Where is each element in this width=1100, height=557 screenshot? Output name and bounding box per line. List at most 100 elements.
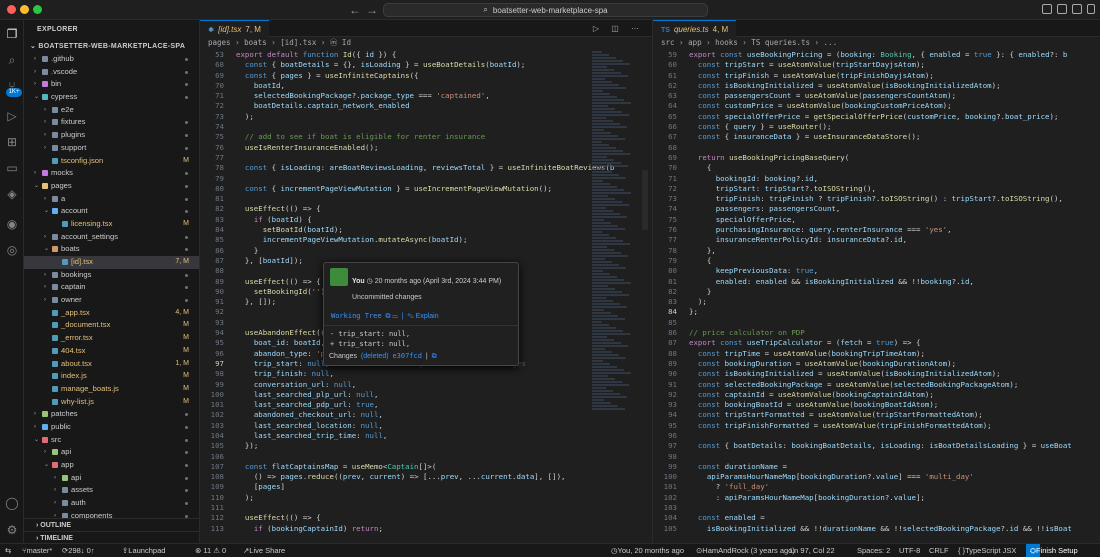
problems-indicator[interactable]: ⊗ 11 ⚠ 0	[195, 544, 226, 557]
code-text: useEffect(() => {	[244, 513, 321, 523]
file-item[interactable]: 404.tsx M	[24, 345, 199, 358]
minimize-window-button[interactable]	[20, 5, 29, 14]
folder-item[interactable]: › patches	[24, 408, 199, 421]
sync-indicator[interactable]: ⟳ 298↓ 0↑	[62, 544, 95, 557]
folder-item[interactable]: ⌄ cypress	[24, 91, 199, 104]
encoding[interactable]: UTF-8	[899, 544, 920, 557]
line-number: 97	[668, 441, 677, 451]
folder-item[interactable]: ⌄ app	[24, 459, 199, 472]
folder-item[interactable]: › account_settings	[24, 231, 199, 244]
folder-item[interactable]: › bookings	[24, 269, 199, 282]
folder-item[interactable]: › e2e	[24, 104, 199, 117]
explain-link[interactable]: Explain	[416, 313, 439, 320]
remote-explorer-icon[interactable]: ▭	[4, 160, 20, 176]
folder-item[interactable]: › assets	[24, 484, 199, 497]
commit-hash-link[interactable]: e307fcd	[392, 352, 422, 360]
folder-item[interactable]: › fixtures	[24, 116, 199, 129]
folder-item[interactable]: ⌄ account	[24, 205, 199, 218]
folder-item[interactable]: ⌄ pages	[24, 180, 199, 193]
file-item[interactable]: _error.tsx M	[24, 332, 199, 345]
launchpad-button[interactable]: ⇪ Launchpad	[122, 544, 165, 557]
forward-arrow-icon[interactable]: →	[366, 3, 378, 17]
folder-item[interactable]: › a	[24, 193, 199, 206]
live-share-button[interactable]: ↗ Live Share	[243, 544, 285, 557]
folder-item[interactable]: › .github	[24, 53, 199, 66]
minimap-line	[592, 378, 615, 380]
language-mode[interactable]: { } TypeScript JSX	[958, 544, 1016, 557]
run-debug-icon[interactable]: ▷	[4, 108, 20, 124]
back-arrow-icon[interactable]: ←	[349, 3, 361, 17]
folder-item[interactable]: › public	[24, 421, 199, 434]
github-icon[interactable]: ◉	[4, 216, 20, 232]
working-tree-link[interactable]: Working Tree	[331, 312, 382, 320]
tab-id-tsx[interactable]: ⚛ [id].tsx 7, M	[200, 20, 269, 37]
line-number: 64	[668, 101, 677, 111]
left-scrollbar[interactable]	[642, 170, 648, 230]
finish-setup-button[interactable]: ⛭ Finish Setup	[1026, 544, 1078, 557]
toggle-sidebar-icon[interactable]	[1042, 4, 1052, 14]
account-icon[interactable]: ◯	[4, 495, 20, 511]
folder-item[interactable]: › bin	[24, 78, 199, 91]
remote-status-text: HamAndRock (3 years ago)	[702, 546, 795, 555]
command-center-search[interactable]: ⌕ boatsetter-web-marketplace-spa	[383, 3, 708, 17]
left-breadcrumb[interactable]: pages › boats › [id].tsx › ⓜ Id	[200, 37, 652, 49]
blame-status[interactable]: ◷ You, 20 months ago	[611, 544, 684, 557]
folder-item[interactable]: › captain	[24, 281, 199, 294]
folder-item[interactable]: › support	[24, 142, 199, 155]
line-number: 81	[215, 194, 224, 204]
modified-dot-icon	[185, 451, 188, 455]
timeline-section[interactable]: › TIMELINE	[24, 531, 199, 543]
right-breadcrumb[interactable]: src › app › hooks › TS queries.ts › ...	[653, 37, 1100, 49]
docker-icon[interactable]: ◎	[4, 242, 20, 258]
file-item[interactable]: manage_boats.js M	[24, 383, 199, 396]
file-item[interactable]: licensing.tsx M	[24, 218, 199, 231]
file-item[interactable]: tsconfig.json M	[24, 155, 199, 168]
maximize-window-button[interactable]	[33, 5, 42, 14]
search-icon[interactable]: ⌕	[4, 52, 20, 68]
tab-queries-ts[interactable]: TS queries.ts 4, M	[653, 20, 737, 37]
folder-item[interactable]: ⌄ boats	[24, 243, 199, 256]
file-icon	[62, 259, 68, 265]
toggle-panel-icon[interactable]	[1057, 4, 1067, 14]
code-text: const captainId = useAtomValue(bookingCa…	[697, 389, 934, 399]
toggle-secondary-sidebar-icon[interactable]	[1072, 4, 1082, 14]
file-item[interactable]: _app.tsx 4, M	[24, 307, 199, 320]
folder-item[interactable]: › mocks	[24, 167, 199, 180]
open-changes-icon[interactable]: ⧉	[432, 353, 437, 360]
remote-icon[interactable]: ⇆	[5, 544, 11, 557]
gitlens-icon[interactable]: ◈	[4, 186, 20, 202]
left-minimap[interactable]	[592, 50, 636, 543]
folder-item[interactable]: ⌄ src	[24, 434, 199, 447]
tab-label: [id].tsx	[218, 25, 242, 34]
remote-status[interactable]: ⊙ HamAndRock (3 years ago)	[696, 544, 795, 557]
branch-indicator[interactable]: ⑂ master*	[22, 544, 52, 557]
indentation[interactable]: Spaces: 2	[857, 544, 890, 557]
editor-actions[interactable]: ▷ ◫ ⋯	[593, 24, 644, 33]
folder-item[interactable]: › plugins	[24, 129, 199, 142]
folder-item[interactable]: › .vscode	[24, 66, 199, 79]
code-text: };	[689, 307, 698, 317]
code-line: 85 incrementPageViewMutation.mutateAsync…	[200, 235, 592, 245]
customize-layout-icon[interactable]	[1087, 4, 1095, 14]
folder-item[interactable]: › api	[24, 472, 199, 485]
file-item[interactable]: _document.tsx M	[24, 319, 199, 332]
cursor-position[interactable]: Ln 97, Col 22	[790, 544, 835, 557]
folder-item[interactable]: › api	[24, 446, 199, 459]
file-item[interactable]: [id].tsx 7, M	[24, 256, 199, 269]
file-item[interactable]: index.js M	[24, 370, 199, 383]
file-item[interactable]: about.tsx 1, M	[24, 358, 199, 371]
minimap-line	[592, 141, 602, 143]
explorer-icon[interactable]: ❐	[4, 26, 20, 42]
deleted-link[interactable]: (deleted)	[361, 353, 389, 360]
close-window-button[interactable]	[7, 5, 16, 14]
right-code-area[interactable]: 59 export const useBookingPricing = (book…	[653, 50, 1072, 543]
manage-gear-icon[interactable]: ⚙	[4, 522, 20, 538]
end-of-line[interactable]: CRLF	[929, 544, 949, 557]
extensions-icon[interactable]: ⊞	[4, 134, 20, 150]
folder-item[interactable]: › auth	[24, 497, 199, 510]
project-root[interactable]: ⌄ BOATSETTER-WEB-MARKETPLACE-SPA	[24, 40, 199, 53]
minimap-line	[592, 360, 603, 362]
folder-item[interactable]: › owner	[24, 294, 199, 307]
file-item[interactable]: why-list.js M	[24, 396, 199, 409]
outline-section[interactable]: › OUTLINE	[24, 518, 199, 531]
